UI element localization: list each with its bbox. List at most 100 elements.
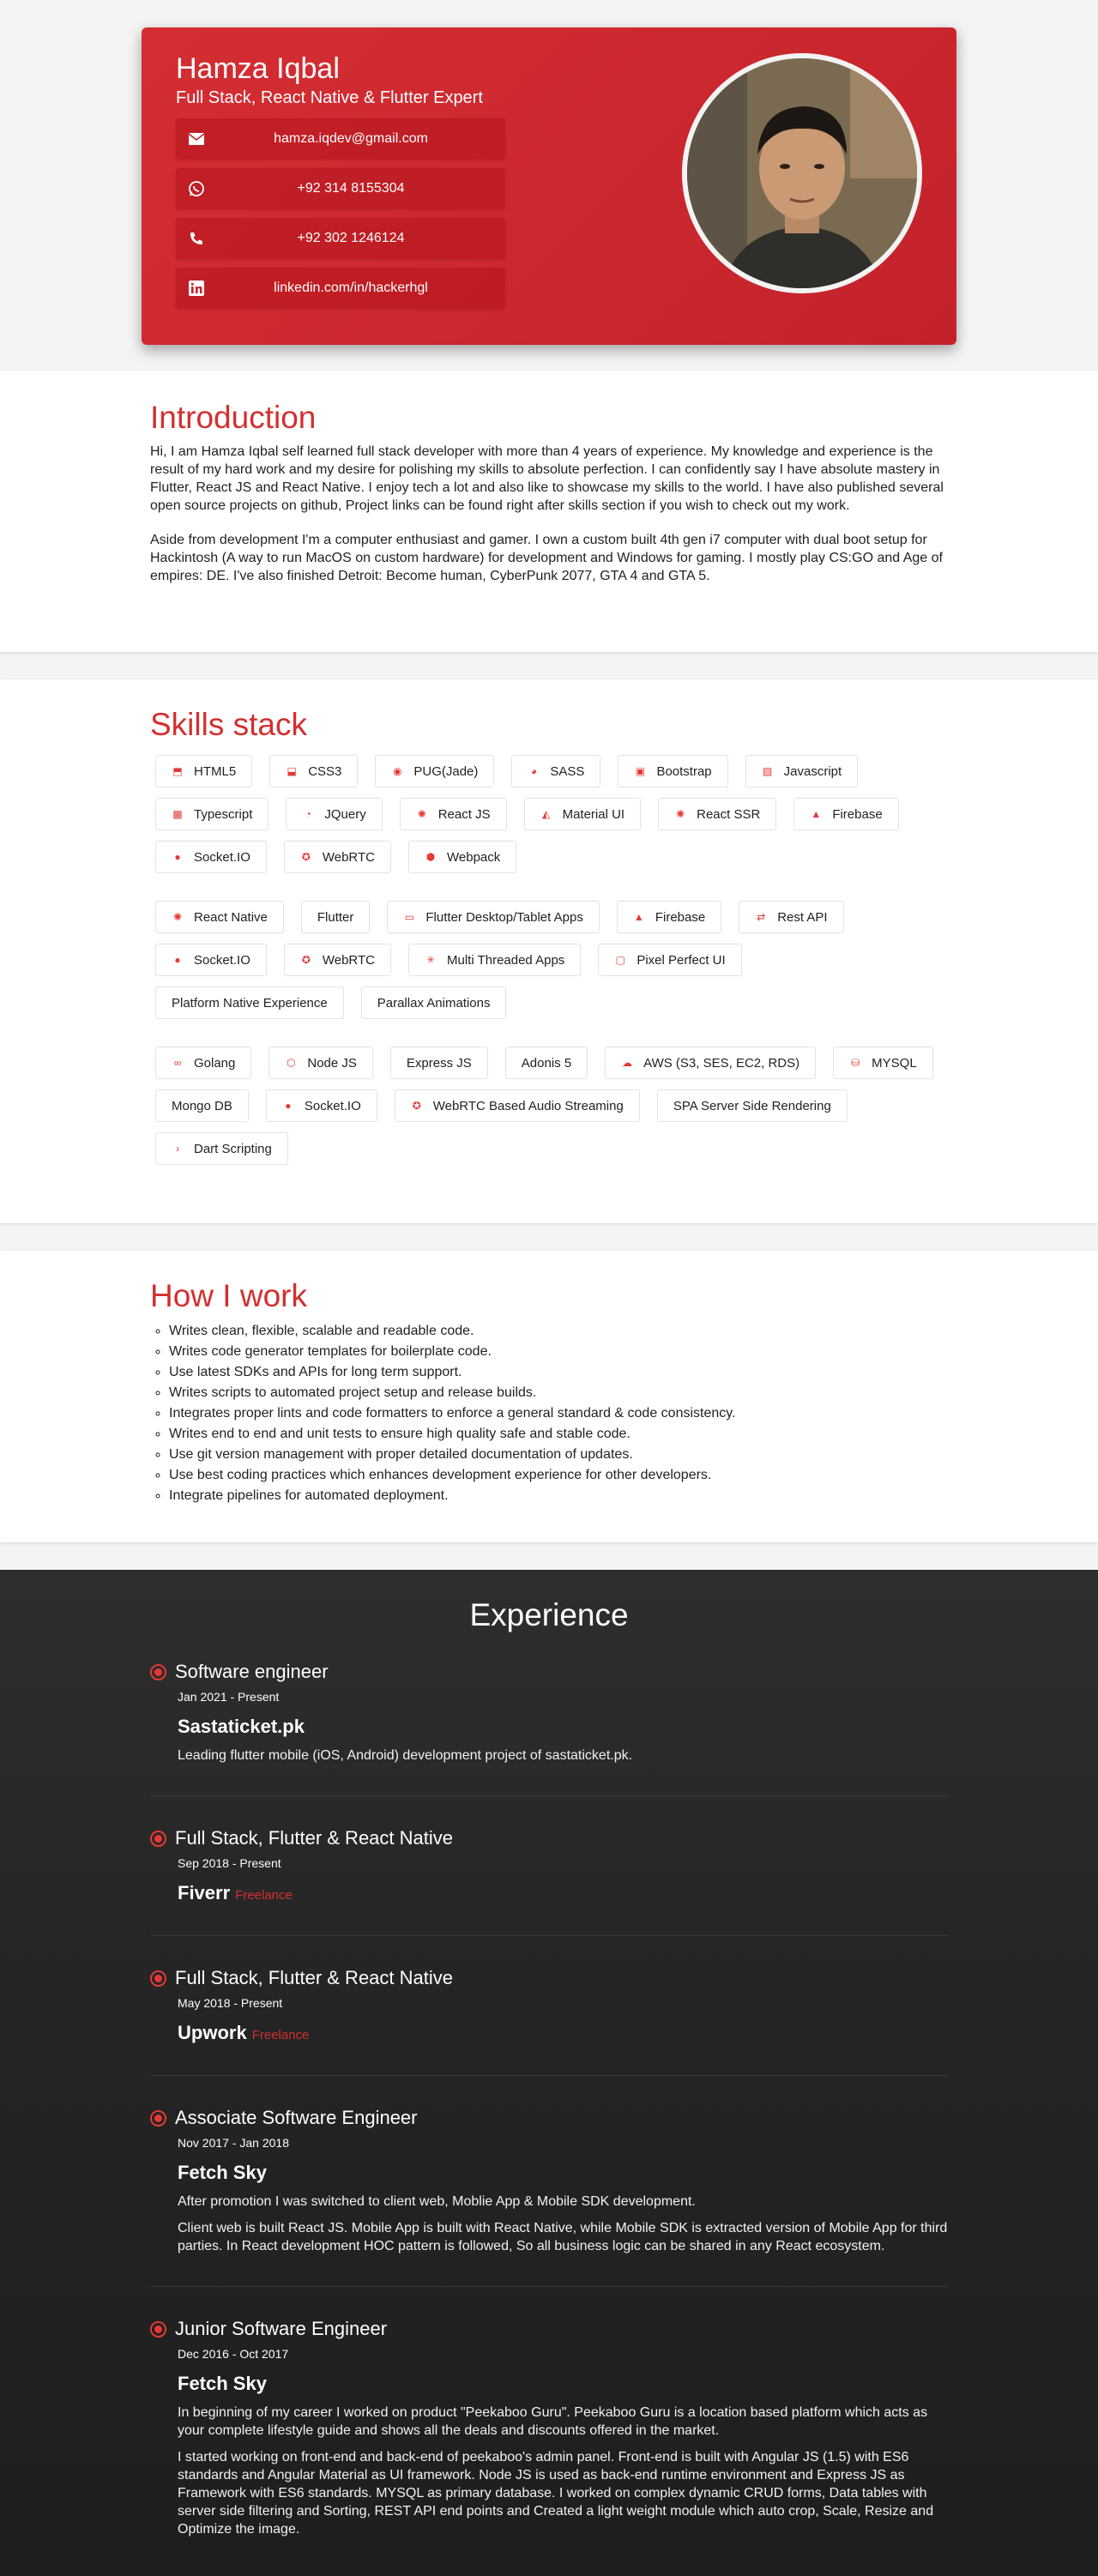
job-company: Fetch Sky [178, 2373, 948, 2395]
profile-photo [682, 53, 922, 293]
skill-chip: ◭ Material UI [523, 798, 642, 830]
skill-label: Rest API [777, 909, 828, 925]
skill-chip: ⇄ Rest API [739, 901, 844, 933]
job-description: In beginning of my career I worked on pr… [178, 2405, 928, 2438]
company-name: Fiverr [178, 1882, 231, 1903]
skill-label: WebRTC [322, 952, 375, 968]
skills-title: Skills stack [150, 707, 307, 742]
email-icon [186, 129, 207, 149]
aws-icon: ☁ [622, 1057, 633, 1069]
skill-label: Flutter [317, 909, 354, 925]
skills-group: ⬒ HTML5 ⬓ CSS3 ◉ PUG(Jade) ◕ SASS ▣ Bootstrap ▨ Jav… [150, 755, 948, 884]
timeline-dot-icon [150, 1830, 166, 1847]
skill-chip: Express JS [389, 1047, 488, 1079]
skill-chip: ✪ WebRTC [283, 944, 391, 976]
nodejs-icon: ⬡ [287, 1057, 296, 1069]
golang-icon: ∞ [173, 1057, 182, 1069]
skill-label: Dart Scripting [194, 1141, 272, 1156]
skill-chip: Adonis 5 [504, 1047, 588, 1079]
socketio-icon: ● [174, 851, 181, 863]
skill-chip: ⬓ CSS3 [269, 755, 359, 787]
html5-icon: ⬒ [172, 765, 183, 777]
skill-label: React Native [194, 909, 268, 925]
skill-chip: Mongo DB [155, 1089, 249, 1122]
skill-label: Firebase [655, 909, 706, 925]
skill-chip: ▲ Firebase [616, 901, 722, 933]
skill-label: Socket.IO [304, 1098, 361, 1113]
skill-label: Webpack [447, 849, 501, 865]
hero-section: Hamza Iqbal Full Stack, React Native & F… [0, 0, 1098, 371]
terminal-icon: › [176, 1143, 179, 1155]
skill-chip: ✺ React Native [155, 901, 284, 933]
skill-chip: ∞ Golang [155, 1047, 252, 1079]
threads-icon: ✳ [425, 954, 436, 966]
javascript-icon: ▨ [762, 765, 773, 777]
job-description: After promotion I was switched to client… [178, 2194, 696, 2209]
skill-chip: ✪ WebRTC [283, 841, 391, 873]
skill-label: Javascript [783, 763, 842, 779]
job-date: Sep 2018 - Present [178, 1856, 281, 1870]
introduction-paragraph-1: Hi, I am Hamza Iqbal self learned full s… [150, 444, 944, 513]
linkedin-icon [186, 278, 207, 299]
socketio-icon: ● [285, 1100, 292, 1112]
job-header: Junior Software Engineer [150, 2318, 948, 2340]
skill-label: Multi Threaded Apps [447, 952, 565, 968]
skill-chip: ⬒ HTML5 [155, 755, 253, 787]
skill-label: PUG(Jade) [413, 763, 479, 779]
how-i-work-item: Writes code generator templates for boil… [169, 1342, 948, 1362]
timeline-dot-icon [150, 1970, 166, 1987]
pug-icon: ◉ [393, 765, 402, 777]
skill-label: Mongo DB [172, 1098, 232, 1113]
whatsapp-icon [186, 178, 207, 199]
experience-item: Full Stack, Flutter & React Native Sep 20… [150, 1827, 948, 1936]
skill-chip: › Dart Scripting [155, 1132, 288, 1165]
experience-item: Junior Software Engineer Dec 2016 - Oct 2… [150, 2318, 948, 2569]
react-icon: ✺ [417, 808, 426, 820]
skill-chip: ● Socket.IO [265, 1089, 377, 1122]
job-company: Upwork Freelance [178, 2022, 948, 2044]
skill-label: Firebase [832, 806, 883, 822]
skill-label: Platform Native Experience [172, 995, 328, 1010]
contact-linkedin-text: linkedin.com/in/hackerhgl [274, 281, 428, 296]
skill-chip: ▩ Typescript [155, 798, 269, 830]
contact-whatsapp-text: +92 314 8155304 [297, 181, 405, 196]
company-name: Upwork [178, 2022, 247, 2043]
skill-chip: ▣ Bootstrap [618, 755, 728, 787]
skill-chip: ◔ JQuery [286, 798, 383, 830]
employment-type-tag: Freelance [235, 1888, 293, 1903]
skill-label: Bootstrap [656, 763, 712, 779]
introduction-title: Introduction [150, 400, 317, 435]
material-ui-icon: ◭ [541, 808, 551, 820]
webrtc-icon: ✪ [301, 851, 311, 863]
contact-linkedin[interactable]: linkedin.com/in/hackerhgl [176, 268, 505, 310]
job-role: Full Stack, Flutter & React Native [175, 1967, 453, 1988]
skill-chip: ▨ Javascript [745, 755, 859, 787]
how-i-work-list: Writes clean, flexible, scalable and rea… [150, 1321, 948, 1506]
contact-email[interactable]: hamza.iqdev@gmail.com [176, 118, 505, 160]
css3-icon: ⬓ [287, 765, 297, 777]
how-i-work-item: Use git version management with proper d… [169, 1445, 948, 1465]
skill-chip: ▢ Pixel Perfect UI [598, 944, 742, 976]
skill-label: SPA Server Side Rendering [673, 1098, 831, 1113]
webpack-icon: ⬢ [425, 851, 436, 863]
contact-phone[interactable]: +92 302 1246124 [176, 218, 505, 260]
how-i-work-item: Writes clean, flexible, scalable and rea… [169, 1321, 948, 1342]
how-i-work-item: Integrate pipelines for automated deploy… [169, 1486, 948, 1506]
skill-label: Adonis 5 [521, 1055, 572, 1071]
skill-label: SASS [550, 763, 585, 779]
skill-label: Parallax Animations [377, 995, 491, 1010]
job-date: May 2018 - Present [178, 1996, 283, 2010]
skill-label: Pixel Perfect UI [636, 952, 726, 968]
contact-whatsapp[interactable]: +92 314 8155304 [176, 168, 505, 210]
contact-email-text: hamza.iqdev@gmail.com [274, 131, 428, 147]
api-icon: ⇄ [757, 911, 766, 923]
how-i-work-item: Writes scripts to automated project setu… [169, 1383, 948, 1403]
sass-icon: ◕ [530, 765, 538, 777]
phone-icon [186, 228, 207, 249]
job-role: Junior Software Engineer [175, 2318, 388, 2339]
job-role: Associate Software Engineer [175, 2107, 418, 2128]
skill-label: React SSR [697, 806, 761, 822]
experience-section: Experience Software engineer Jan 2021 - P… [0, 1570, 1098, 2576]
job-description: Client web is built React JS. Mobile App… [178, 2221, 948, 2253]
experience-item: Full Stack, Flutter & React Native May 20… [150, 1967, 948, 2076]
